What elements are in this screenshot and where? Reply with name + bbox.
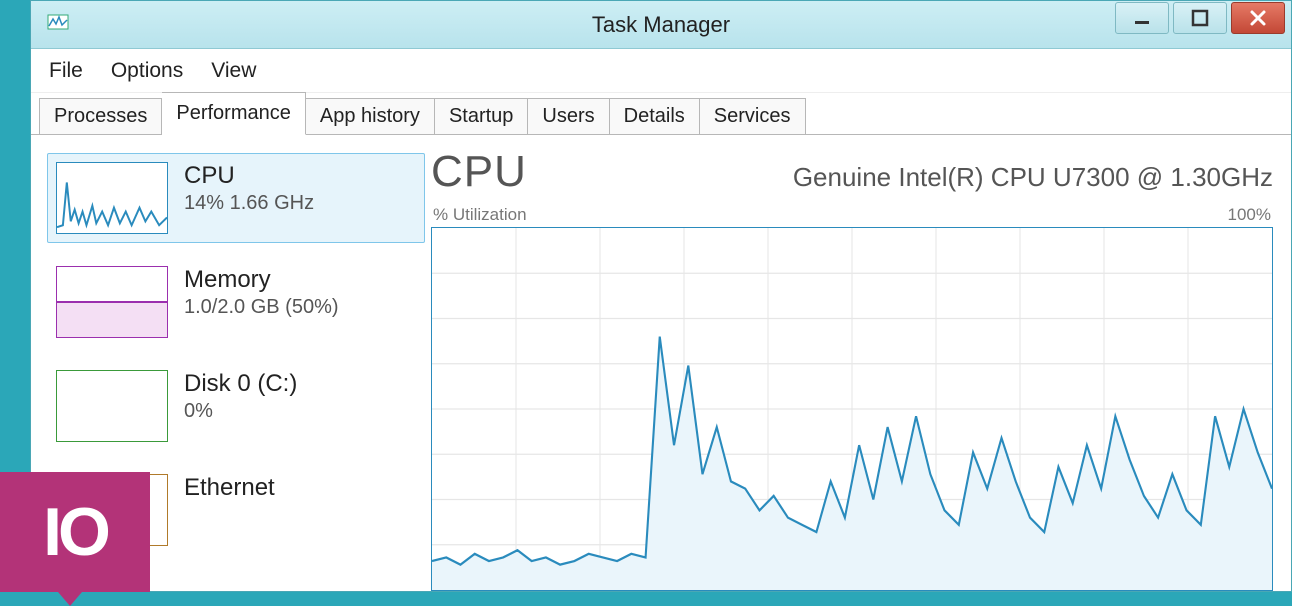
- task-manager-window: Task Manager File Options View Processes…: [30, 0, 1292, 592]
- cpu-utilization-chart[interactable]: [431, 227, 1273, 591]
- sidebar-item-sub: 14% 1.66 GHz: [184, 192, 314, 215]
- sidebar-item-sub: 1.0/2.0 GB (50%): [184, 296, 339, 319]
- sidebar-item-disk[interactable]: Disk 0 (C:) 0%: [47, 361, 425, 451]
- tab-services[interactable]: Services: [700, 98, 806, 135]
- io-badge-text: IO: [43, 493, 107, 571]
- disk-thumb-icon: [56, 370, 168, 442]
- sidebar-item-label: Ethernet: [184, 474, 275, 502]
- chart-label-left: % Utilization: [433, 205, 527, 225]
- sidebar-item-cpu[interactable]: CPU 14% 1.66 GHz: [47, 153, 425, 243]
- sidebar-item-label: Memory: [184, 266, 339, 294]
- menu-options[interactable]: Options: [111, 59, 183, 83]
- content-area: CPU 14% 1.66 GHz Memory 1.0/2.0 GB (50%): [31, 135, 1291, 591]
- titlebar[interactable]: Task Manager: [31, 1, 1291, 49]
- tab-performance[interactable]: Performance: [162, 92, 306, 135]
- app-icon: [47, 11, 69, 38]
- minimize-button[interactable]: [1115, 2, 1169, 34]
- tab-processes[interactable]: Processes: [39, 98, 162, 135]
- cpu-thumb-icon: [56, 162, 168, 234]
- window-controls: [1111, 2, 1285, 36]
- sidebar-item-sub: 0%: [184, 400, 297, 423]
- menu-view[interactable]: View: [211, 59, 256, 83]
- main-subtitle: Genuine Intel(R) CPU U7300 @ 1.30GHz: [793, 162, 1273, 193]
- sidebar-item-memory[interactable]: Memory 1.0/2.0 GB (50%): [47, 257, 425, 347]
- sidebar-item-label: Disk 0 (C:): [184, 370, 297, 398]
- memory-thumb-icon: [56, 266, 168, 338]
- window-title: Task Manager: [31, 12, 1291, 38]
- menubar: File Options View: [31, 49, 1291, 93]
- menu-file[interactable]: File: [49, 59, 83, 83]
- tab-details[interactable]: Details: [610, 98, 700, 135]
- main-title: CPU: [431, 147, 527, 197]
- tab-app-history[interactable]: App history: [306, 98, 435, 135]
- tabstrip: Processes Performance App history Startu…: [31, 93, 1291, 135]
- main-panel: CPU Genuine Intel(R) CPU U7300 @ 1.30GHz…: [431, 135, 1291, 591]
- tab-users[interactable]: Users: [528, 98, 609, 135]
- maximize-button[interactable]: [1173, 2, 1227, 34]
- close-button[interactable]: [1231, 2, 1285, 34]
- sidebar-item-label: CPU: [184, 162, 314, 190]
- tab-startup[interactable]: Startup: [435, 98, 528, 135]
- io-badge-icon: IO: [0, 472, 150, 592]
- chart-label-right: 100%: [1228, 205, 1271, 225]
